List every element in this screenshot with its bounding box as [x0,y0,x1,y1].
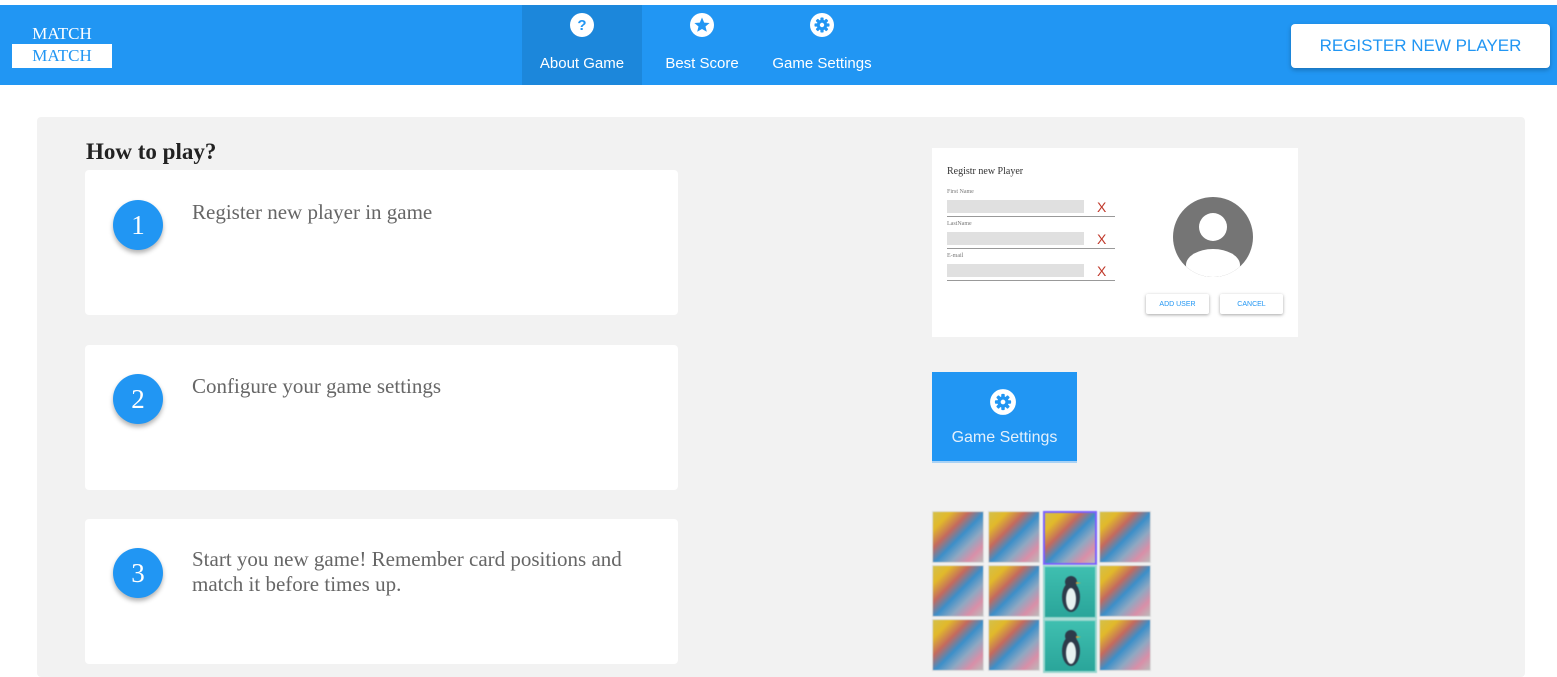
register-new-player-button[interactable]: REGISTER NEW PLAYER [1291,24,1550,68]
preview-field-label: E-mail [947,253,964,259]
step-card: 2 Configure your game settings [85,345,678,490]
step-card: 3 Start you new game! Remember card posi… [85,519,678,664]
card-back [932,619,984,671]
preview-field-input [947,264,1084,277]
preview-email-field: E-mail X [947,253,1115,282]
card-back [1099,511,1151,563]
preview-last-name-field: LastName X [947,221,1115,250]
preview-first-name-field: First Name X [947,189,1115,218]
preview-dialog-title: Registr new Player [947,166,1024,177]
tab-game-settings[interactable]: Game Settings [762,5,882,85]
preview-field-label: LastName [947,221,972,227]
step-text: Configure your game settings [192,374,442,398]
card-back [1099,565,1151,617]
game-settings-tab-preview: Game Settings [932,372,1077,463]
card-back [932,511,984,563]
card-back [932,565,984,617]
card-back [988,511,1040,563]
help-circle-icon: ? [570,13,594,37]
preview-field-label: First Name [947,189,974,195]
card-back [988,619,1040,671]
card-penguin [1043,565,1097,619]
step-text: Register new player in game [192,200,433,224]
step-text: Start you new game! Remember card positi… [192,547,622,596]
penguin-icon [1062,630,1081,666]
card-back [1099,619,1151,671]
preview-cancel-button: CANCEL [1220,294,1283,314]
clear-icon: X [1097,199,1107,215]
preview-settings-label: Game Settings [951,429,1058,446]
logo-line-1: MATCH [32,24,92,43]
gear-icon [990,389,1016,415]
preview-field-underline [947,280,1115,281]
clear-icon: X [1097,263,1107,279]
tab-best-score[interactable]: Best Score [652,5,752,85]
logo[interactable]: MATCH MATCH [12,23,112,68]
svg-text:?: ? [577,17,586,34]
preview-field-input [947,232,1084,245]
preview-add-user-button: ADD USER [1146,294,1209,314]
logo-line-2: MATCH [12,44,112,68]
register-dialog-preview: Registr new Player First Name X LastName… [932,148,1298,337]
clear-icon: X [1097,231,1107,247]
page-title: How to play? [86,139,217,164]
top-app-bar: MATCH MATCH ? About Game Best Score Game… [0,5,1557,85]
tab-best-score-label: Best Score [665,55,739,72]
preview-field-underline [947,216,1115,217]
game-board-preview [932,511,1152,673]
step-number-badge: 3 [113,548,163,598]
penguin-icon [1062,576,1081,612]
preview-field-input [947,200,1084,213]
tab-about-game[interactable]: ? About Game [522,5,642,85]
preview-field-underline [947,248,1115,249]
step-number-badge: 2 [113,374,163,424]
star-circle-icon [690,13,714,37]
tab-game-settings-label: Game Settings [772,55,872,72]
card-back [988,565,1040,617]
card-back-selected [1043,511,1097,565]
card-penguin [1043,619,1097,673]
step-card: 1 Register new player in game [85,170,678,315]
gear-icon [810,13,834,37]
user-avatar-icon [1173,197,1253,277]
step-number-badge: 1 [113,200,163,250]
tab-about-game-label: About Game [539,55,625,72]
